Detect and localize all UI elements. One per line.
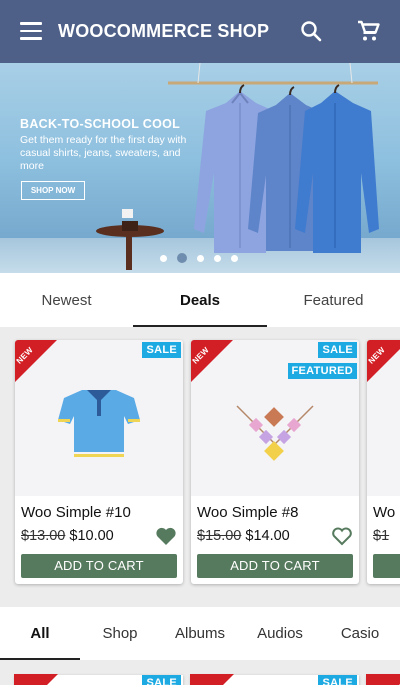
tab-deals[interactable]: Deals — [133, 273, 267, 327]
new-ribbon: NEW — [15, 340, 58, 383]
add-to-cart-button[interactable] — [373, 554, 400, 578]
old-price: $13.00 — [21, 528, 66, 544]
carousel-dot[interactable] — [197, 254, 204, 262]
favorite-heart-icon-filled[interactable] — [155, 526, 177, 546]
sale-badge: SALE — [318, 342, 357, 358]
hamburger-menu-icon[interactable] — [20, 22, 42, 40]
tab-shop[interactable]: Shop — [80, 607, 160, 660]
product-name[interactable]: Wo — [373, 504, 395, 521]
product-card[interactable] — [366, 674, 400, 685]
cart-icon[interactable] — [354, 17, 382, 45]
app-bar: WOOCOMMERCE SHOP — [0, 0, 400, 63]
old-price: $15.00 — [197, 528, 242, 544]
category-tabs: All Shop Albums Audios Casio — [0, 607, 400, 660]
tab-featured[interactable]: Featured — [267, 273, 400, 327]
product-card[interactable]: SALE — [190, 674, 359, 685]
add-to-cart-button[interactable]: ADD TO CART — [197, 554, 353, 578]
product-card[interactable]: NEW Wo $1 — [367, 340, 400, 584]
banner-subtitle: Get them ready for the first day with ca… — [20, 134, 187, 172]
new-ribbon — [366, 674, 400, 685]
carousel-dot-active[interactable] — [177, 253, 187, 263]
shop-now-button[interactable]: SHOP NOW — [21, 181, 85, 200]
new-ribbon — [190, 674, 234, 685]
product-tabs: Newest Deals Featured — [0, 273, 400, 327]
carousel-indicator — [160, 253, 238, 263]
product-price: $13.00 $10.00 — [21, 528, 114, 544]
product-name[interactable]: Woo Simple #10 — [21, 504, 131, 521]
tab-audios[interactable]: Audios — [240, 607, 320, 660]
favorite-heart-icon-outline[interactable] — [331, 526, 353, 546]
product-grid: NEW SALE Woo Simple #10 $13.00 $10.00 AD… — [0, 327, 400, 606]
tab-albums[interactable]: Albums — [160, 607, 240, 660]
add-to-cart-button[interactable]: ADD TO CART — [21, 554, 177, 578]
new-ribbon: NEW — [191, 340, 234, 383]
carousel-dot[interactable] — [214, 254, 221, 262]
sale-badge: SALE — [142, 675, 181, 685]
tab-casio[interactable]: Casio — [320, 607, 400, 660]
carousel-dot[interactable] — [231, 254, 238, 262]
product-price: $1 — [373, 528, 389, 544]
old-price: $1 — [373, 528, 390, 544]
sale-badge: SALE — [318, 675, 357, 685]
sale-price: $10.00 — [69, 528, 114, 544]
featured-badge: FEATURED — [287, 363, 357, 379]
product-card[interactable]: NEW SALE Woo Simple #10 $13.00 $10.00 AD… — [15, 340, 183, 584]
product-name[interactable]: Woo Simple #8 — [197, 504, 298, 521]
tab-all[interactable]: All — [0, 607, 80, 660]
search-icon[interactable] — [297, 17, 325, 45]
carousel-dot[interactable] — [160, 254, 167, 262]
product-card[interactable]: SALE — [14, 674, 183, 685]
app-title: WOOCOMMERCE SHOP — [58, 21, 270, 41]
product-card[interactable]: NEW SALE FEATURED Woo Simple #8 $15.00 $… — [191, 340, 359, 584]
sale-price: $14.00 — [245, 528, 290, 544]
promo-banner[interactable]: BACK-TO-SCHOOL COOL Get them ready for t… — [0, 63, 400, 273]
product-price: $15.00 $14.00 — [197, 528, 290, 544]
sale-badge: SALE — [142, 342, 181, 358]
banner-headline: BACK-TO-SCHOOL COOL — [20, 117, 181, 131]
new-ribbon: NEW — [367, 340, 400, 383]
new-ribbon — [14, 674, 58, 685]
tab-newest[interactable]: Newest — [0, 273, 133, 327]
category-product-grid: SALE SALE — [0, 660, 400, 685]
